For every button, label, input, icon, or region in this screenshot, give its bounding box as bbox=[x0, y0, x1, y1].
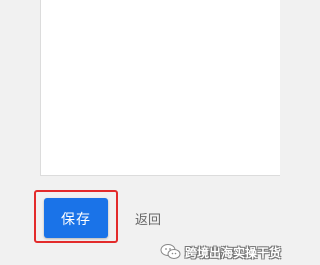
watermark: 跨境出海实操干货 bbox=[160, 240, 281, 264]
watermark-text: 跨境出海实操干货 bbox=[185, 245, 282, 260]
save-button[interactable]: 保存 bbox=[44, 198, 108, 238]
wechat-icon bbox=[160, 243, 182, 261]
content-editor-area[interactable] bbox=[40, 0, 280, 176]
back-link[interactable]: 返回 bbox=[135, 209, 161, 228]
